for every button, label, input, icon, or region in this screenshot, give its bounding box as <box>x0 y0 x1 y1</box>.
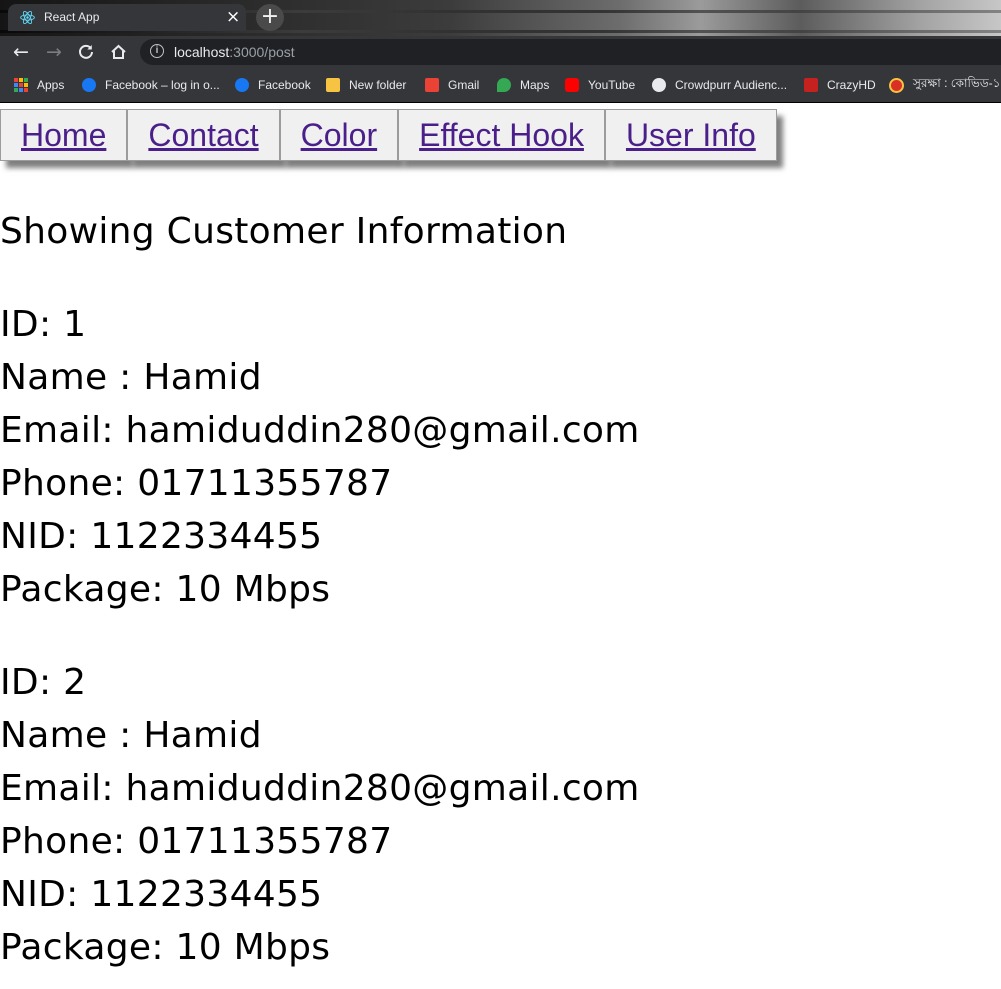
gmail-icon <box>425 78 439 92</box>
apps-grid-icon <box>14 78 28 92</box>
bookmark-facebook-login[interactable]: Facebook – log in o... <box>82 77 220 93</box>
nav-link-user-info[interactable]: User Info <box>604 109 777 161</box>
tab-react-app[interactable]: React App × <box>8 4 246 31</box>
home-glyph <box>110 44 126 59</box>
url-text[interactable]: localhost:3000/post <box>174 44 295 60</box>
customer-record: ID: 2 Name : Hamid Email: hamiduddin280@… <box>0 656 640 974</box>
nav-link-effect-hook[interactable]: Effect Hook <box>398 109 605 161</box>
bookmark-apps[interactable]: Apps <box>14 77 64 93</box>
url-path: :3000/post <box>229 44 295 60</box>
browser-toolbar: ← → i localhost:3000/post <box>0 36 1001 68</box>
bookmark-label: YouTube <box>588 78 636 92</box>
bookmark-label: সুরক্ষা : কোভিড-১ <box>913 76 1001 90</box>
facebook-icon <box>235 78 249 92</box>
nav-link-color[interactable]: Color <box>279 109 399 161</box>
customer-phone: Phone: 01711355787 <box>0 821 393 862</box>
bookmark-crowdpurr[interactable]: Crowdpurr Audienc... <box>652 77 787 93</box>
customer-email: Email: hamiduddin280@gmail.com <box>0 410 640 451</box>
bookmark-label: Crowdpurr Audienc... <box>675 78 788 92</box>
bookmark-label: Facebook – log in o... <box>105 78 220 92</box>
bookmark-youtube[interactable]: YouTube <box>565 77 635 93</box>
back-arrow-icon[interactable]: ← <box>10 41 32 63</box>
bookmark-label: CrazyHD <box>827 78 876 92</box>
customer-nid: NID: 1122334455 <box>0 516 323 557</box>
bookmark-label: Maps <box>520 78 550 92</box>
nav-link-contact[interactable]: Contact <box>127 109 280 161</box>
customer-email: Email: hamiduddin280@gmail.com <box>0 768 640 809</box>
bookmark-label: Apps <box>37 78 65 92</box>
customer-package: Package: 10 Mbps <box>0 569 331 610</box>
globe-icon <box>652 78 666 92</box>
close-tab-icon[interactable]: × <box>226 7 240 27</box>
bookmark-maps[interactable]: Maps <box>497 77 549 93</box>
customer-id: ID: 2 <box>0 662 87 703</box>
new-tab-button[interactable]: + <box>256 4 284 31</box>
customer-phone: Phone: 01711355787 <box>0 463 393 504</box>
react-logo-icon <box>20 10 35 25</box>
customer-name: Name : Hamid <box>0 715 262 756</box>
home-icon[interactable] <box>107 41 129 63</box>
page-title: Showing Customer Information <box>0 211 568 252</box>
customer-id: ID: 1 <box>0 304 87 345</box>
folder-icon <box>326 78 340 92</box>
bookmark-covid-protection[interactable]: সুরক্ষা : কোভিড-১ <box>889 76 1001 93</box>
reload-icon[interactable] <box>75 41 97 63</box>
site-info-icon[interactable]: i <box>150 44 164 58</box>
customer-package: Package: 10 Mbps <box>0 927 331 968</box>
crazyhd-icon <box>804 78 818 92</box>
address-bar[interactable]: i localhost:3000/post <box>140 39 1001 65</box>
main-nav: Home Contact Color Effect Hook User Info <box>0 109 777 161</box>
youtube-icon <box>565 78 579 92</box>
bookmark-gmail[interactable]: Gmail <box>425 77 479 93</box>
forward-arrow-icon[interactable]: → <box>43 41 65 63</box>
tab-title: React App <box>44 10 100 24</box>
customer-name: Name : Hamid <box>0 357 262 398</box>
nav-link-home[interactable]: Home <box>0 109 128 161</box>
bookmark-label: Facebook <box>258 78 311 92</box>
tab-strip: React App × + <box>0 0 1001 36</box>
maps-icon <box>497 78 511 92</box>
bookmark-crazyhd[interactable]: CrazyHD <box>804 77 876 93</box>
reload-glyph <box>79 44 93 59</box>
browser-chrome: React App × + ← → i localhost:3000/post <box>0 0 1001 103</box>
customer-record: ID: 1 Name : Hamid Email: hamiduddin280@… <box>0 298 640 616</box>
bookmarks-bar: Apps Facebook – log in o... Facebook New… <box>0 68 1001 103</box>
bd-emblem-icon <box>889 77 904 93</box>
bookmark-new-folder[interactable]: New folder <box>326 77 406 93</box>
customer-nid: NID: 1122334455 <box>0 874 323 915</box>
bookmark-label: Gmail <box>448 78 480 92</box>
url-host: localhost <box>174 44 230 60</box>
facebook-icon <box>82 78 96 92</box>
bookmark-label: New folder <box>349 78 407 92</box>
bookmark-facebook[interactable]: Facebook <box>235 77 311 93</box>
